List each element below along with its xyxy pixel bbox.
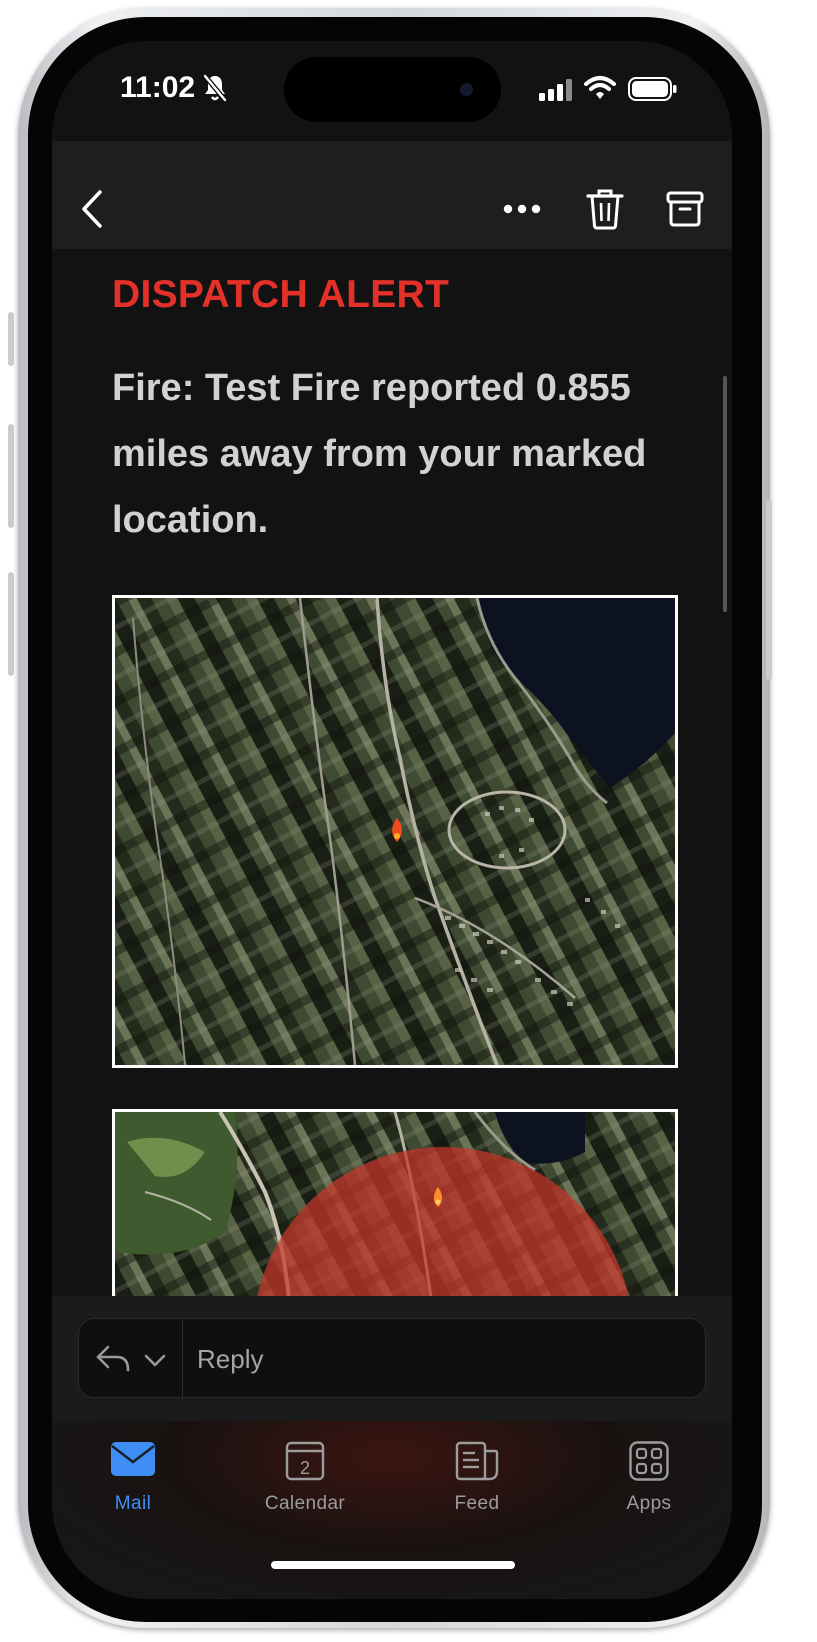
reply-bar (52, 1296, 732, 1421)
silent-bell-icon (203, 74, 227, 102)
status-time: 11:02 (120, 71, 196, 104)
mail-icon (111, 1442, 155, 1476)
volume-down-button (8, 572, 14, 676)
email-body: DISPATCH ALERT Fire: Test Fire reported … (52, 249, 732, 1296)
alert-message: Fire: Test Fire reported 0.855 miles awa… (112, 367, 647, 541)
calendar-icon: 2 (285, 1441, 325, 1481)
more-options-icon[interactable] (502, 203, 542, 215)
archive-icon[interactable] (666, 190, 704, 228)
reply-box (78, 1318, 706, 1398)
wifi-icon (584, 76, 616, 99)
tab-feed[interactable]: Feed (402, 1431, 552, 1531)
scroll-indicator[interactable] (723, 376, 727, 612)
reply-arrow-icon (96, 1345, 130, 1372)
action-button (8, 312, 14, 366)
tab-label-calendar: Calendar (264, 1493, 346, 1514)
satellite-map-image[interactable] (112, 595, 678, 1068)
email-toolbar (52, 141, 732, 249)
battery-icon (628, 77, 677, 101)
reply-options-button[interactable] (79, 1319, 183, 1397)
cellular-signal-icon (539, 79, 572, 101)
chevron-down-icon (144, 1354, 166, 1367)
trash-icon[interactable] (586, 188, 624, 230)
calendar-badge: 2 (300, 1458, 310, 1478)
phone-screen: 11:02 DISPATCH ALERT Fire: Test Fire rep… (52, 41, 732, 1599)
feed-icon (455, 1441, 499, 1481)
tab-calendar[interactable]: 2 Calendar (230, 1431, 380, 1531)
tab-label-mail: Mail (114, 1493, 152, 1514)
dynamic-island (284, 57, 501, 122)
tab-bar: Mail 2 Calendar Feed Apps (52, 1421, 732, 1599)
fire-radius-map-image[interactable] (112, 1109, 678, 1296)
tab-label-feed: Feed (454, 1493, 500, 1514)
apps-icon (629, 1441, 669, 1481)
status-bar: 11:02 (52, 41, 732, 141)
tab-label-apps: Apps (626, 1493, 672, 1514)
dispatch-alert-heading: DISPATCH ALERT (112, 273, 450, 316)
tab-mail[interactable]: Mail (58, 1431, 208, 1531)
power-button (766, 500, 772, 680)
home-indicator[interactable] (271, 1561, 515, 1569)
tab-apps[interactable]: Apps (574, 1431, 724, 1531)
volume-up-button (8, 424, 14, 528)
reply-input[interactable] (195, 1337, 679, 1381)
front-camera-icon (460, 83, 473, 96)
back-chevron-icon[interactable] (80, 189, 104, 229)
